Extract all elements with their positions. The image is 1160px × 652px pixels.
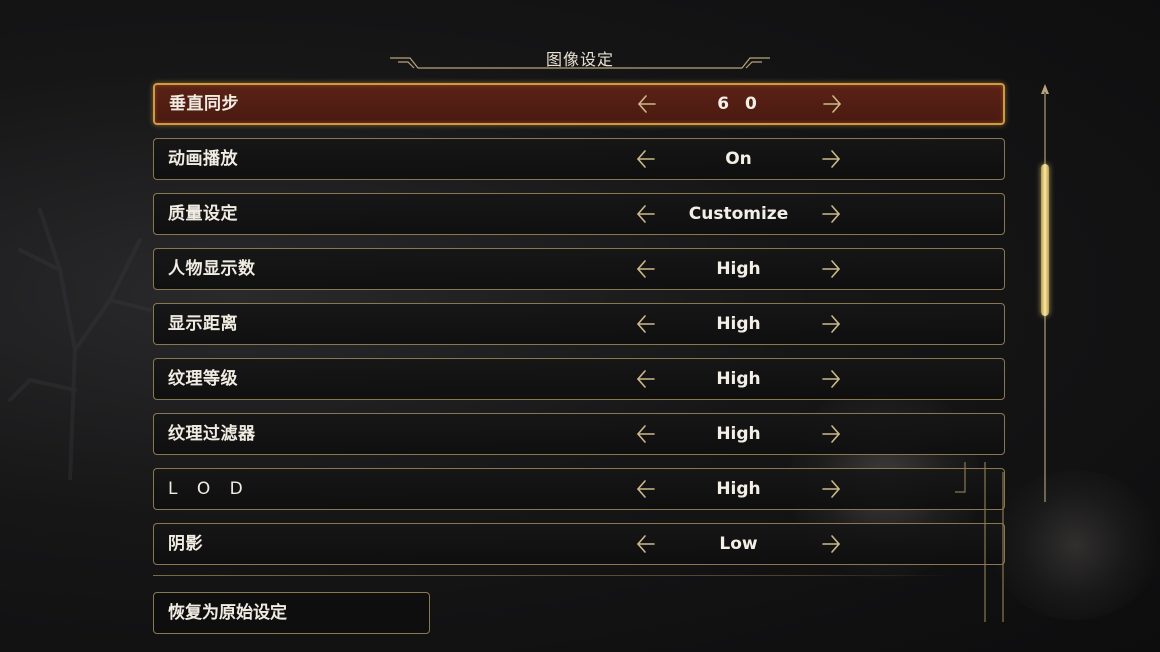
setting-row[interactable]: 阴影 Low (153, 523, 1005, 565)
setting-label: 显示距离 (168, 314, 238, 334)
divider (153, 575, 953, 576)
reset-to-default-button[interactable]: 恢复为原始设定 (153, 592, 430, 634)
arrow-left-icon[interactable] (636, 203, 656, 225)
setting-value: Customize (688, 204, 789, 224)
setting-row[interactable]: 垂直同步 6 0 (153, 83, 1005, 125)
arrow-right-icon[interactable] (821, 423, 841, 445)
frame-ornament (955, 462, 1004, 622)
setting-row[interactable]: 质量设定 Customize (153, 193, 1005, 235)
smoke-cloud (990, 470, 1160, 620)
arrow-right-icon[interactable] (821, 478, 841, 500)
setting-value: Low (719, 534, 758, 554)
arrow-right-icon[interactable] (821, 368, 841, 390)
arrow-right-icon[interactable] (821, 203, 841, 225)
arrow-left-icon[interactable] (636, 423, 656, 445)
arrow-left-icon[interactable] (636, 368, 656, 390)
arrow-left-icon[interactable] (636, 478, 656, 500)
arrow-left-icon[interactable] (636, 313, 656, 335)
arrow-right-icon[interactable] (821, 313, 841, 335)
setting-label: 阴影 (168, 534, 203, 554)
setting-label: 人物显示数 (168, 259, 256, 279)
setting-label: L O D (168, 479, 250, 499)
arrow-left-icon[interactable] (637, 93, 657, 115)
arrow-right-icon[interactable] (821, 533, 841, 555)
setting-value: High (716, 314, 761, 334)
scrollbar-thumb[interactable] (1041, 164, 1049, 316)
setting-row[interactable]: 动画播放 On (153, 138, 1005, 180)
setting-row[interactable]: 纹理等级 High (153, 358, 1005, 400)
setting-label: 纹理过滤器 (168, 424, 256, 444)
setting-row[interactable]: L O D High (153, 468, 1005, 510)
setting-value: High (716, 424, 761, 444)
setting-label: 动画播放 (168, 149, 238, 169)
arrow-right-icon[interactable] (822, 93, 842, 115)
menu-header: 图像设定 (388, 44, 772, 74)
setting-value: 6 0 (717, 94, 762, 114)
setting-label: 质量设定 (168, 204, 238, 224)
reset-label: 恢复为原始设定 (168, 603, 287, 623)
setting-label: 纹理等级 (168, 369, 238, 389)
setting-value: On (725, 149, 752, 169)
setting-value: High (716, 479, 761, 499)
arrow-left-icon[interactable] (636, 148, 656, 170)
arrow-left-icon[interactable] (636, 258, 656, 280)
setting-row[interactable]: 纹理过滤器 High (153, 413, 1005, 455)
arrow-right-icon[interactable] (821, 148, 841, 170)
arrow-right-icon[interactable] (821, 258, 841, 280)
setting-value: High (716, 259, 761, 279)
setting-value: High (716, 369, 761, 389)
page-title: 图像设定 (545, 50, 614, 69)
setting-row[interactable]: 人物显示数 High (153, 248, 1005, 290)
background-tree (8, 208, 152, 480)
setting-row[interactable]: 显示距离 High (153, 303, 1005, 345)
arrow-left-icon[interactable] (636, 533, 656, 555)
setting-label: 垂直同步 (169, 94, 239, 114)
